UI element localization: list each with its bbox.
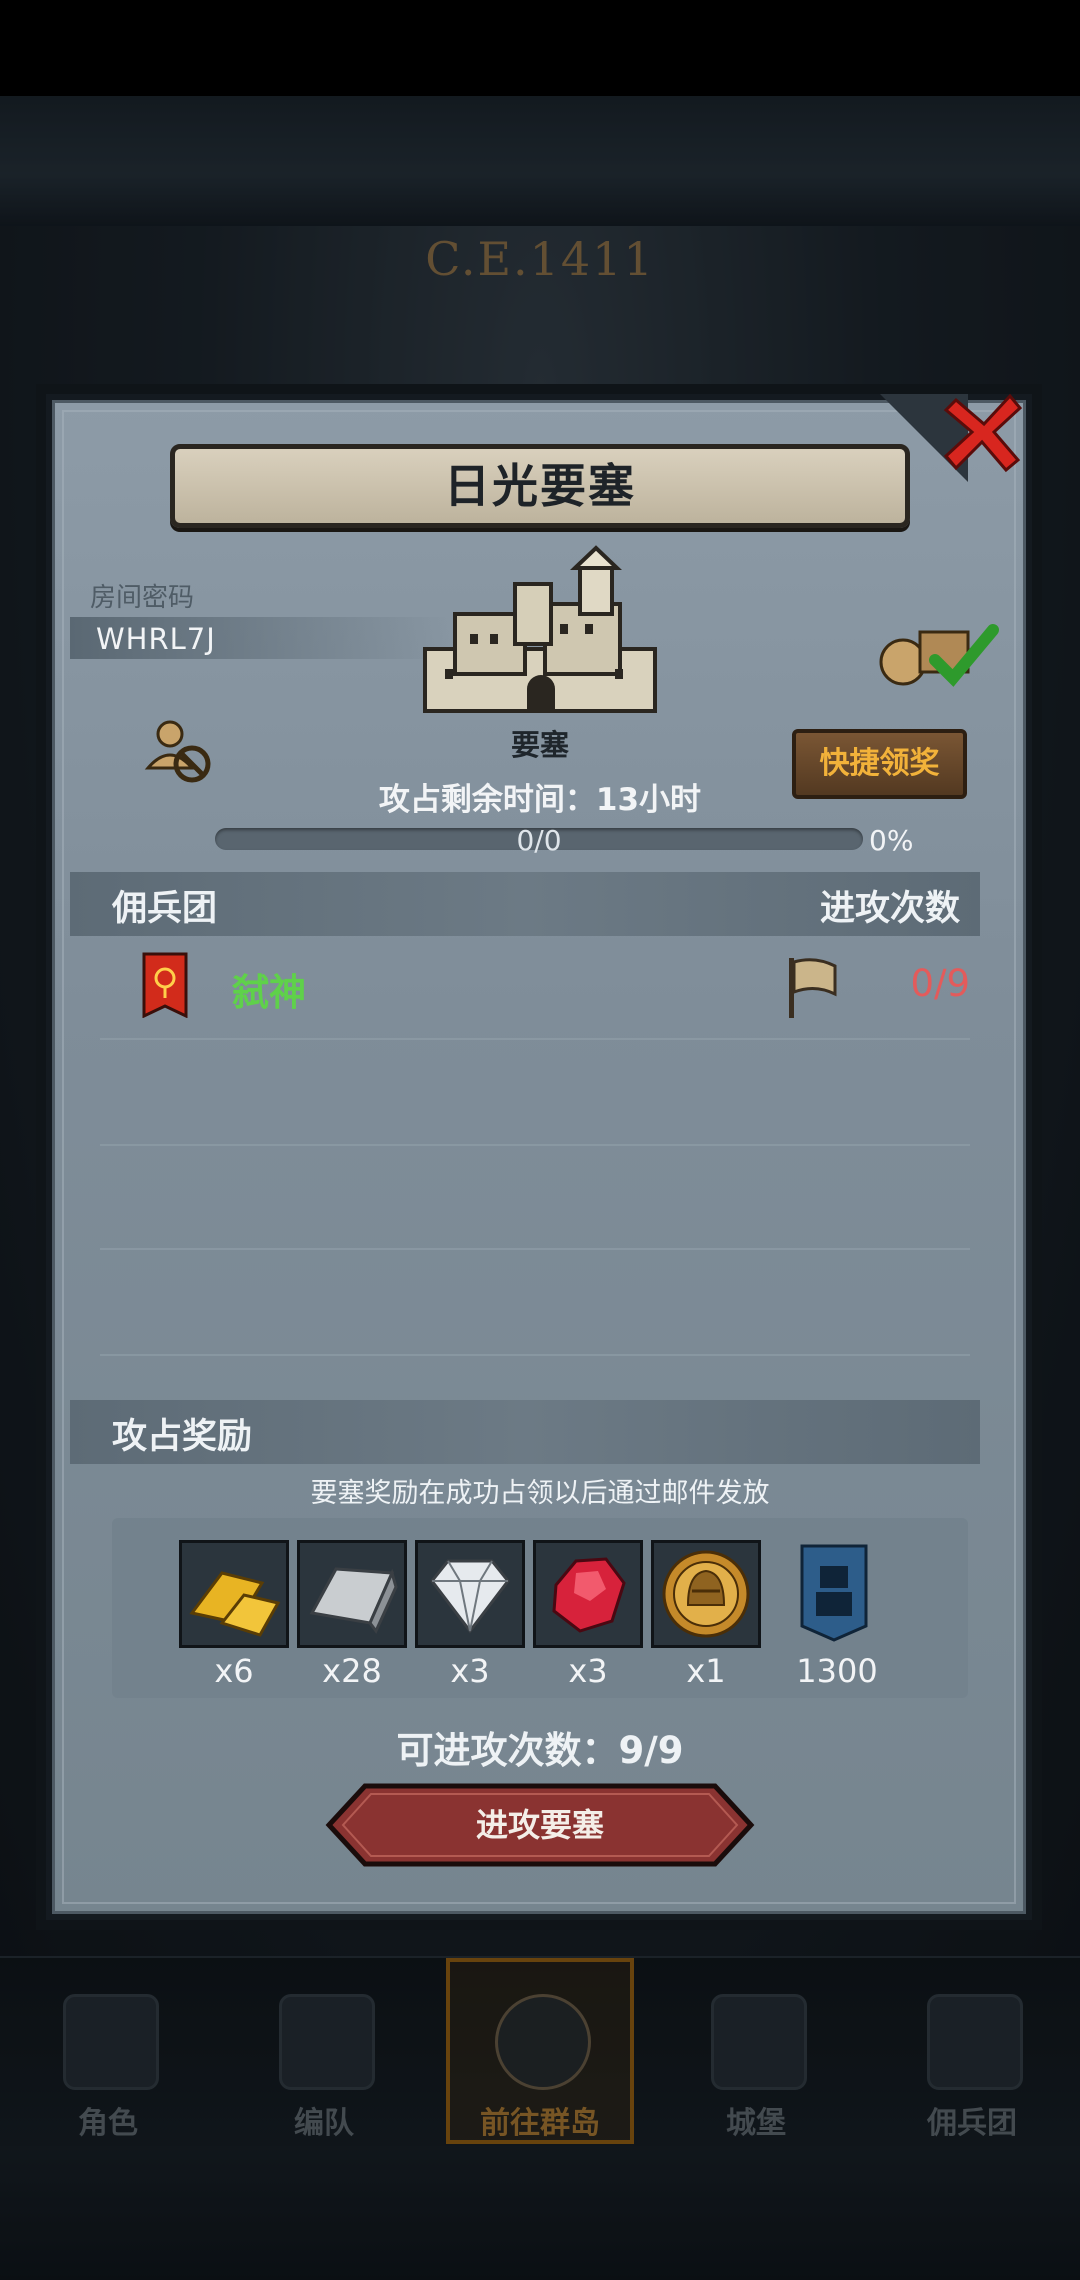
row-divider xyxy=(100,1038,970,1040)
attack-attempts: 可进攻次数：9/9 xyxy=(396,1729,684,1772)
gold-bars-icon xyxy=(189,1571,281,1637)
row-divider xyxy=(100,1144,970,1146)
room-password-label: 房间密码 xyxy=(90,583,195,613)
reward-bag-check-icon[interactable] xyxy=(875,610,1000,688)
reward-item[interactable]: x6 xyxy=(179,1540,289,1690)
attack-button-label[interactable]: 进攻要塞 xyxy=(325,1782,755,1868)
row-divider xyxy=(100,1248,970,1250)
iron-ingot-icon xyxy=(309,1567,398,1634)
fortress-icon xyxy=(423,545,657,713)
guild-banner-icon xyxy=(800,1544,868,1642)
attack-flag-icon xyxy=(789,958,837,1018)
title-plate: 日光要塞 xyxy=(170,444,910,528)
close-icon[interactable] xyxy=(938,384,1030,476)
reward-qty: x1 xyxy=(686,1652,726,1690)
reward-note: 要塞奖励在成功占领以后通过邮件发放 xyxy=(310,1478,770,1509)
guild-flag-icon xyxy=(142,952,188,1018)
diamond-icon xyxy=(430,1559,510,1634)
reward-item[interactable]: x3 xyxy=(415,1540,525,1690)
reward-header: 攻占奖励 xyxy=(112,1417,253,1457)
row-divider xyxy=(100,1354,970,1356)
ruby-icon xyxy=(552,1557,626,1633)
progress-count: 0/0 xyxy=(516,824,562,857)
reward-item[interactable]: 1300 xyxy=(782,1540,892,1690)
reward-item[interactable]: x1 xyxy=(651,1540,761,1690)
knight-medal-icon xyxy=(662,1550,750,1638)
status-area xyxy=(0,0,1080,96)
reward-item[interactable]: x3 xyxy=(533,1540,643,1690)
page-title: 日光要塞 xyxy=(444,459,636,513)
reward-item[interactable]: x28 xyxy=(297,1540,407,1690)
mercenary-name[interactable]: 弑神 xyxy=(232,962,306,1016)
reward-qty: 1300 xyxy=(796,1652,878,1690)
remaining-time: 攻占剩余时间：13小时 xyxy=(378,782,702,818)
room-code[interactable]: WHRL7J xyxy=(96,622,216,656)
progress-percent: 0% xyxy=(869,824,914,857)
attack-count-header: 进攻次数 xyxy=(820,889,961,929)
mercenary-header: 佣兵团 xyxy=(112,889,218,929)
attack-count-value: 0/9 xyxy=(910,962,970,1005)
